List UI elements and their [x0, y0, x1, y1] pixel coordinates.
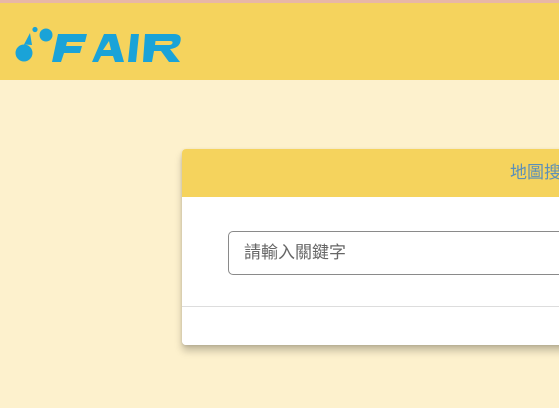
card-header: 地圖搜: [182, 149, 559, 197]
map-search-card: 地圖搜: [182, 149, 559, 345]
keyword-search-input[interactable]: [228, 231, 559, 275]
app-header: FAIR: [0, 3, 559, 80]
card-header-title: 地圖搜: [510, 163, 559, 183]
card-footer: [182, 307, 559, 345]
fair-logo[interactable]: FAIR: [12, 25, 184, 67]
droplet-logo-icon: [15, 26, 181, 62]
